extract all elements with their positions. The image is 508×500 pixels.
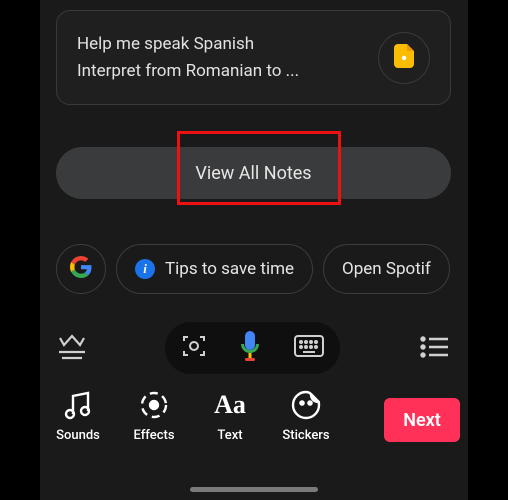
google-logo-icon (70, 256, 92, 283)
next-label: Next (403, 410, 441, 431)
suggestion-chips-row: i Tips to save time Open Spotif (56, 244, 476, 294)
screenshot-stage: Help me speak Spanish Interpret from Rom… (0, 0, 508, 500)
music-note-icon (62, 388, 94, 422)
view-all-notes-button[interactable]: View All Notes (56, 147, 451, 199)
sounds-action[interactable]: Sounds (40, 388, 116, 443)
effects-label: Effects (133, 428, 174, 443)
assistant-toolbar (40, 316, 468, 380)
tips-chip[interactable]: i Tips to save time (116, 244, 313, 294)
note-line-2: Interpret from Romanian to ... (77, 58, 364, 84)
home-indicator[interactable] (190, 487, 318, 492)
document-icon (394, 44, 414, 72)
text-action[interactable]: Aa Text (192, 388, 268, 443)
sounds-label: Sounds (56, 428, 100, 443)
effects-icon (138, 388, 170, 422)
menu-list-icon[interactable] (420, 336, 448, 362)
next-button[interactable]: Next (384, 398, 460, 442)
text-aa-icon: Aa (214, 388, 246, 422)
lens-icon[interactable] (181, 333, 207, 363)
stickers-label: Stickers (282, 428, 329, 443)
text-label: Text (217, 428, 242, 443)
mic-icon[interactable] (239, 331, 261, 365)
view-all-label: View All Notes (195, 163, 311, 184)
note-card[interactable]: Help me speak Spanish Interpret from Rom… (56, 10, 451, 105)
live-caption-icon[interactable] (40, 334, 104, 362)
app-surface: Help me speak Spanish Interpret from Rom… (40, 0, 468, 500)
effects-action[interactable]: Effects (116, 388, 192, 443)
stickers-action[interactable]: Stickers (268, 388, 344, 443)
sticker-icon (291, 388, 321, 422)
open-spotify-label: Open Spotif (342, 259, 431, 279)
note-text: Help me speak Spanish Interpret from Rom… (77, 31, 364, 84)
note-line-1: Help me speak Spanish (77, 31, 364, 57)
input-mode-pill (165, 322, 340, 374)
info-icon: i (135, 259, 155, 279)
keyboard-icon[interactable] (294, 335, 324, 361)
google-chip[interactable] (56, 244, 106, 294)
open-spotify-chip[interactable]: Open Spotif (323, 244, 450, 294)
tips-chip-label: Tips to save time (165, 259, 294, 279)
note-attachment[interactable] (378, 32, 430, 84)
